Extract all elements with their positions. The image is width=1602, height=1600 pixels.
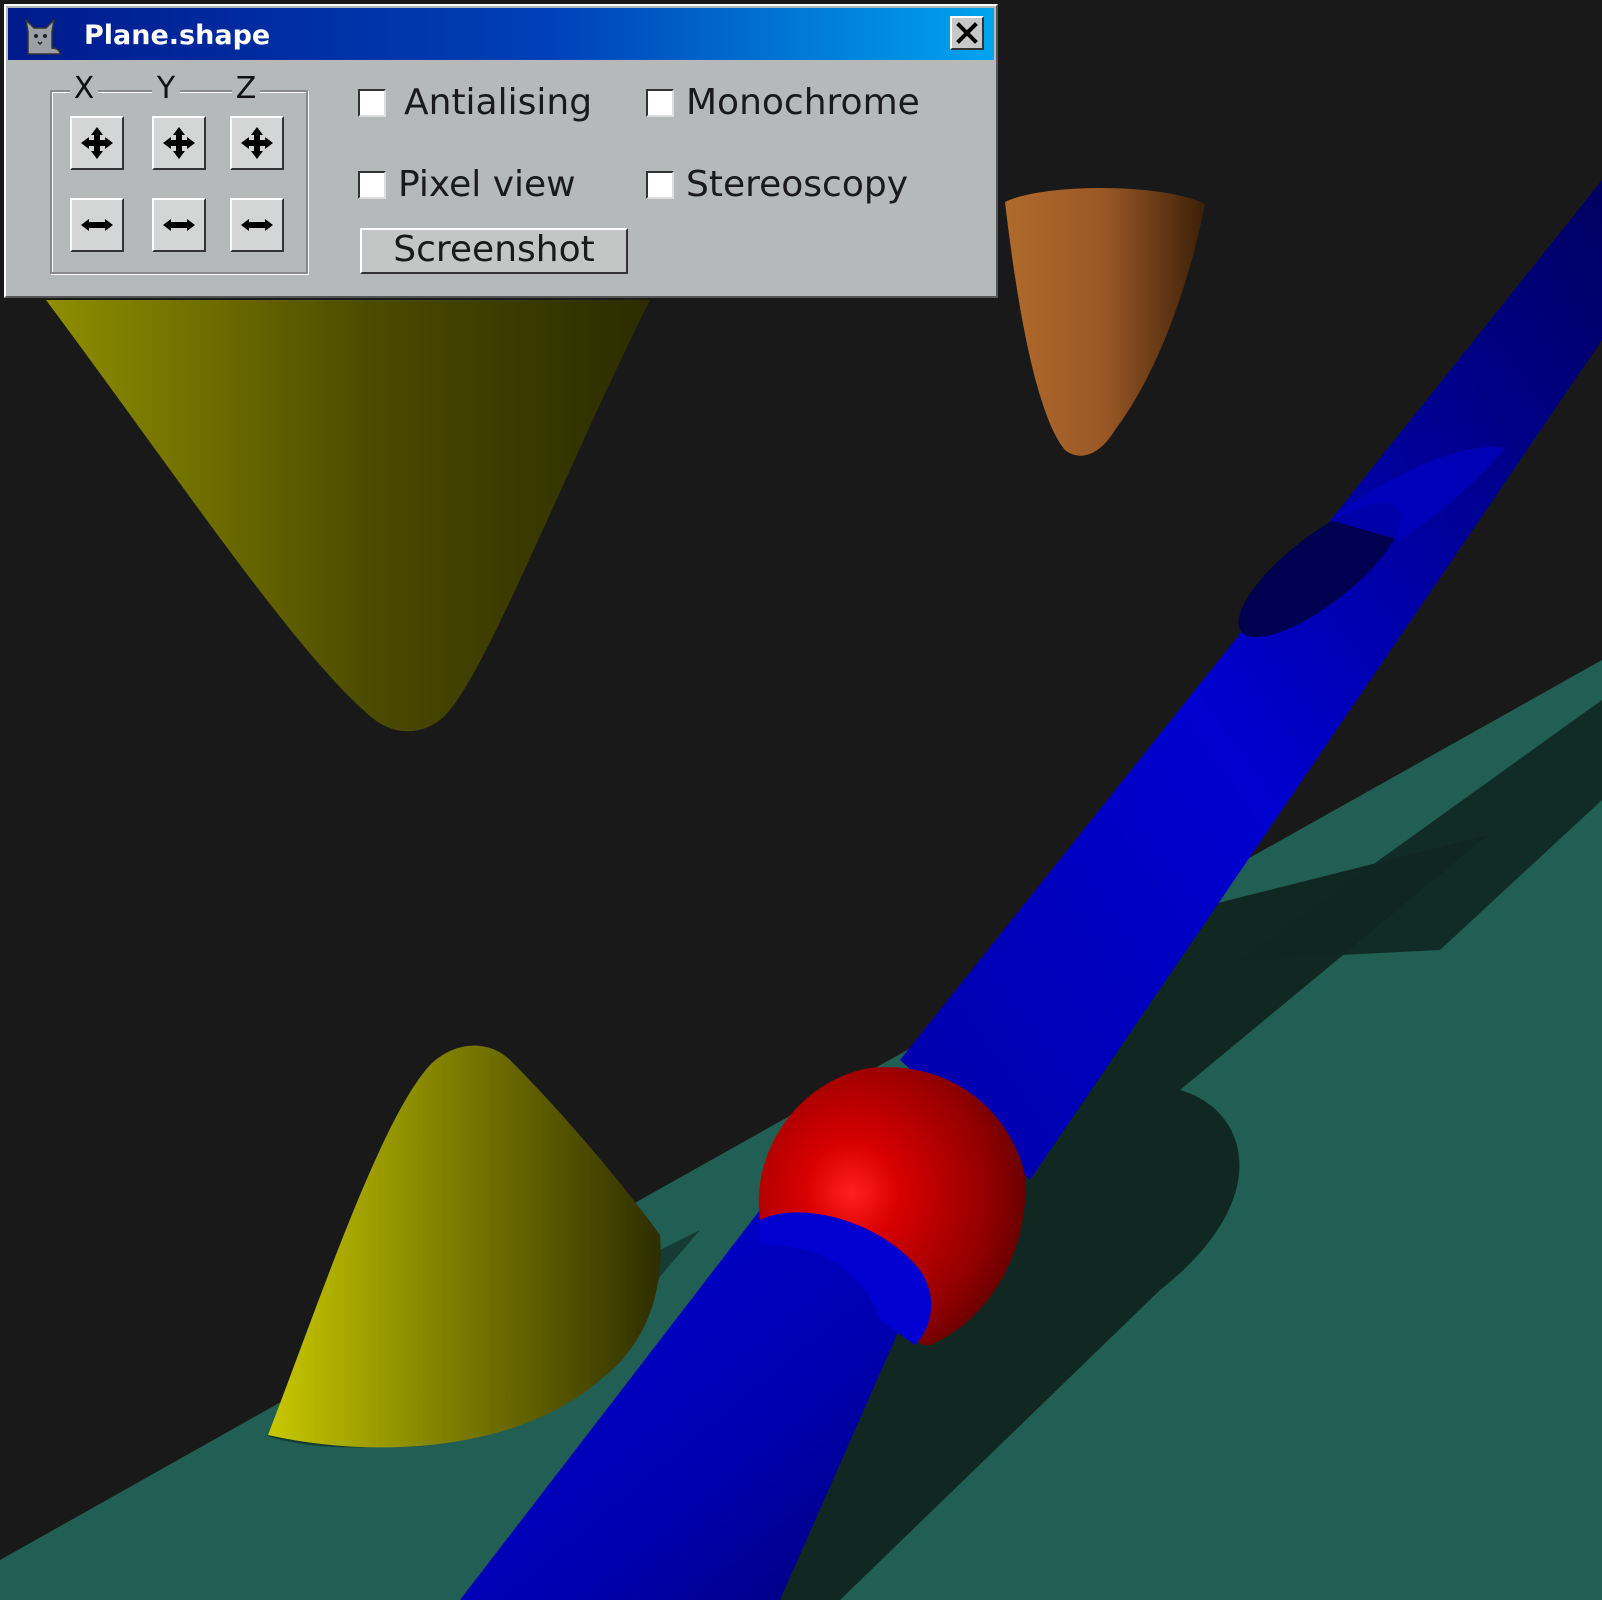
- monochrome-checkbox[interactable]: Monochrome: [646, 82, 946, 124]
- title-bar[interactable]: Plane.shape: [8, 8, 994, 60]
- window-title: Plane.shape: [84, 20, 271, 51]
- rotate-z-minus-button[interactable]: [230, 198, 284, 252]
- plus-arrows-icon: [163, 127, 195, 159]
- rotate-z-plus-button[interactable]: [230, 116, 284, 170]
- plus-arrows-icon: [241, 127, 273, 159]
- rotate-x-plus-button[interactable]: [70, 116, 124, 170]
- plus-arrows-icon: [81, 127, 113, 159]
- axis-label-x: X: [70, 72, 98, 106]
- minus-arrows-icon: [241, 219, 273, 231]
- cat-icon: [24, 17, 61, 55]
- monochrome-label: Monochrome: [686, 82, 920, 123]
- monochrome-checkbox-box[interactable]: [646, 89, 674, 117]
- axis-rotation-group: X Y Z: [50, 72, 308, 274]
- stereoscopy-label: Stereoscopy: [686, 164, 909, 205]
- screenshot-button[interactable]: Screenshot: [360, 228, 628, 274]
- control-window: Plane.shape X Y Z Antialising Monochrome…: [4, 4, 998, 298]
- pixel-view-checkbox-box[interactable]: [358, 171, 386, 199]
- close-button[interactable]: [950, 16, 984, 50]
- antialising-label: Antialising: [404, 82, 593, 123]
- antialising-checkbox-box[interactable]: [358, 89, 386, 117]
- pixel-view-label: Pixel view: [398, 164, 576, 205]
- pixel-view-checkbox[interactable]: Pixel view: [358, 164, 608, 206]
- minus-arrows-icon: [163, 219, 195, 231]
- stereoscopy-checkbox[interactable]: Stereoscopy: [646, 164, 946, 206]
- minus-arrows-icon: [81, 219, 113, 231]
- close-icon: [956, 22, 978, 44]
- stereoscopy-checkbox-box[interactable]: [646, 171, 674, 199]
- rotate-y-plus-button[interactable]: [152, 116, 206, 170]
- rotate-y-minus-button[interactable]: [152, 198, 206, 252]
- axis-label-z: Z: [232, 72, 260, 106]
- axis-label-y: Y: [152, 72, 180, 106]
- rotate-x-minus-button[interactable]: [70, 198, 124, 252]
- antialising-checkbox[interactable]: Antialising: [358, 82, 608, 124]
